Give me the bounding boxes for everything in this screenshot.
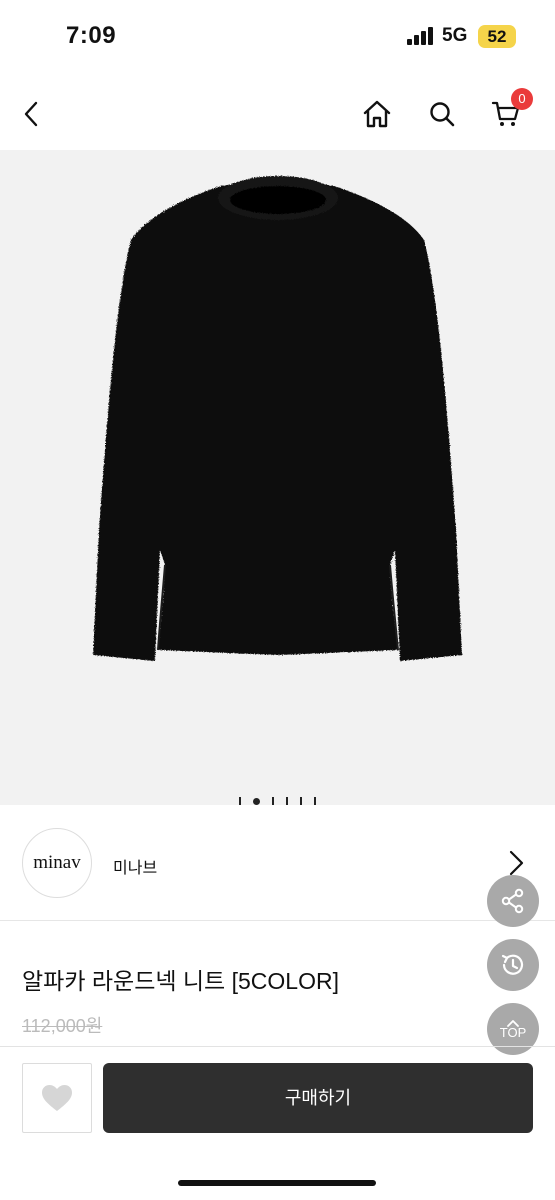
sweater-image: [93, 176, 462, 661]
original-price: 112,000원: [22, 1016, 103, 1036]
battery-indicator: 52: [478, 25, 516, 48]
home-indicator: [178, 1180, 376, 1186]
search-button[interactable]: [420, 92, 464, 136]
pagination-dot[interactable]: [272, 797, 274, 805]
back-arrow-icon: [24, 101, 38, 127]
home-icon: [363, 100, 391, 128]
status-time: 7:09: [66, 22, 117, 49]
chevron-right-icon: [509, 850, 524, 876]
pagination-dot[interactable]: [314, 797, 316, 805]
product-title: 알파카 라운드넥 니트 [5COLOR]: [22, 968, 339, 994]
cart-count-badge: 0: [511, 88, 533, 110]
back-button[interactable]: [10, 92, 54, 136]
brand-row[interactable]: minav 미나브: [0, 808, 555, 921]
pagination-dot[interactable]: [300, 797, 302, 805]
share-button[interactable]: [487, 875, 539, 927]
network-label: 5G: [442, 25, 468, 46]
buy-button[interactable]: 구매하기: [103, 1063, 533, 1133]
pagination-dot-active[interactable]: [253, 797, 260, 805]
pagination-dot[interactable]: [286, 797, 288, 805]
bottom-divider: [0, 1046, 555, 1047]
product-image[interactable]: [0, 150, 555, 805]
signal-icon: [407, 27, 433, 45]
status-bar: 7:09 5G 52: [0, 0, 555, 76]
scroll-top-button[interactable]: TOP: [487, 1003, 539, 1055]
share-icon: [501, 888, 524, 914]
recently-viewed-button[interactable]: [487, 939, 539, 991]
heart-icon: [42, 1085, 72, 1111]
gallery-pagination: [0, 795, 555, 807]
home-button[interactable]: [355, 92, 399, 136]
search-icon: [430, 102, 455, 127]
history-icon: [501, 954, 524, 975]
nav-bar: [0, 80, 555, 148]
top-label: TOP: [499, 1024, 527, 1040]
brand-logo: minav: [22, 828, 92, 898]
wishlist-button[interactable]: [22, 1063, 92, 1133]
pagination-dot[interactable]: [239, 797, 241, 805]
brand-name: 미나브: [113, 860, 158, 877]
